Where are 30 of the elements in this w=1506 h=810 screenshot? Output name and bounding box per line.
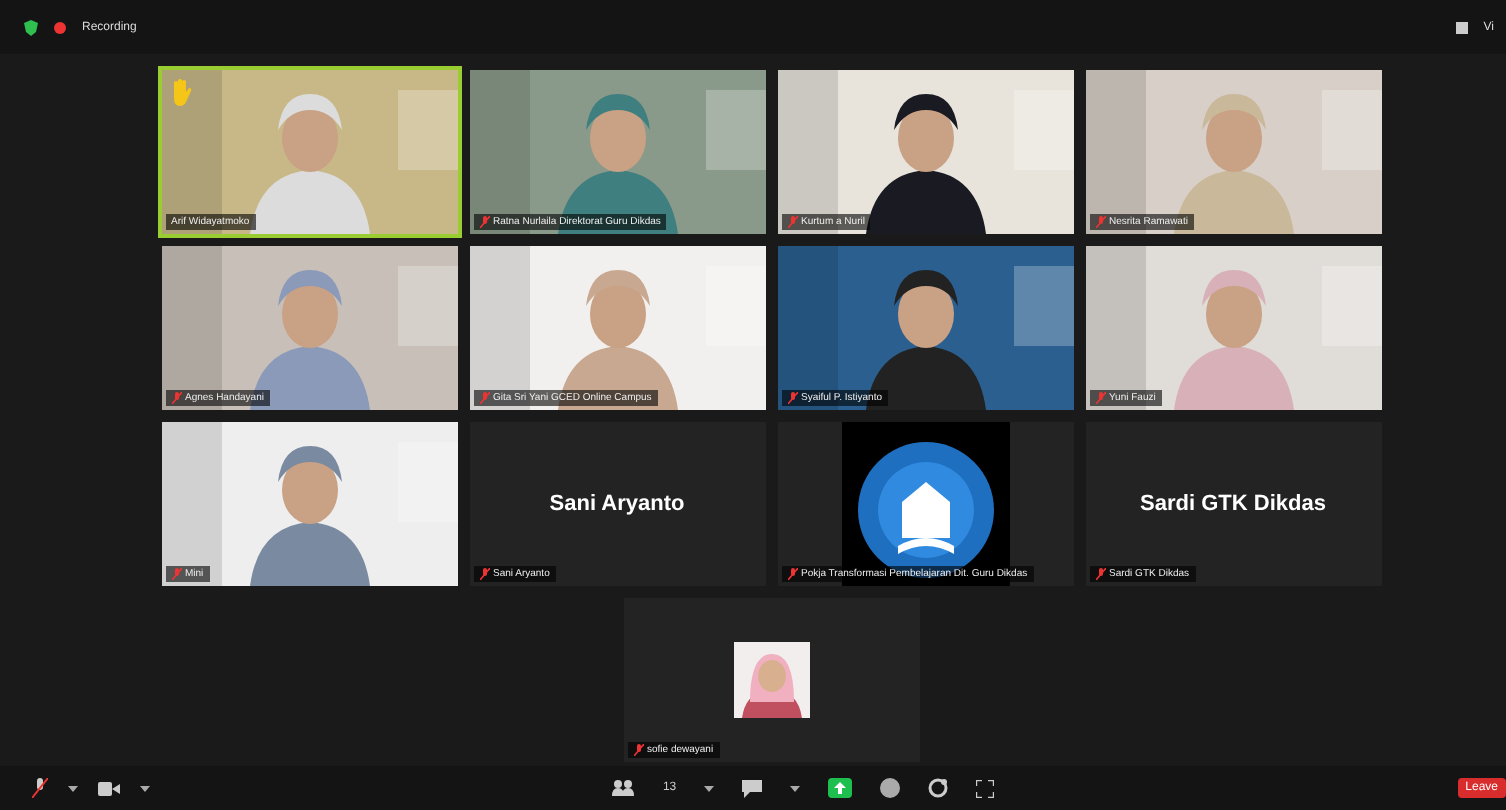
reactions-icon[interactable] [928, 778, 949, 799]
muted-mic-icon [787, 568, 797, 581]
muted-mic-icon [171, 568, 181, 581]
share-screen-icon[interactable] [828, 778, 853, 799]
muted-mic-icon [1095, 392, 1105, 405]
muted-mic-icon [1095, 568, 1105, 581]
participant-display-name: Sani Aryanto [549, 492, 685, 517]
fullscreen-icon[interactable] [976, 779, 995, 798]
participants-icon[interactable] [612, 780, 635, 797]
avatar-icon [733, 642, 809, 719]
shield-icon[interactable] [24, 19, 38, 36]
muted-mic-icon [787, 392, 797, 405]
caret-icon[interactable] [704, 785, 715, 792]
video-camera-icon[interactable] [98, 781, 120, 796]
muted-mic-icon [479, 216, 489, 229]
muted-mic-icon [1095, 216, 1105, 229]
record-icon[interactable] [880, 778, 901, 799]
muted-mic-icon [479, 392, 489, 405]
caret-icon[interactable] [790, 785, 801, 792]
caret-icon[interactable] [68, 785, 78, 792]
muted-mic-icon [787, 216, 797, 229]
muted-mic-icon [633, 744, 643, 757]
grid-view-icon[interactable] [1455, 21, 1468, 34]
caret-icon[interactable] [140, 785, 150, 792]
muted-mic-icon[interactable] [32, 778, 48, 799]
muted-mic-icon [171, 392, 181, 405]
record-icon [54, 21, 66, 34]
muted-mic-icon [479, 568, 489, 581]
participant-display-name: Sardi GTK Dikdas [1140, 492, 1326, 517]
chat-icon[interactable] [742, 779, 763, 798]
